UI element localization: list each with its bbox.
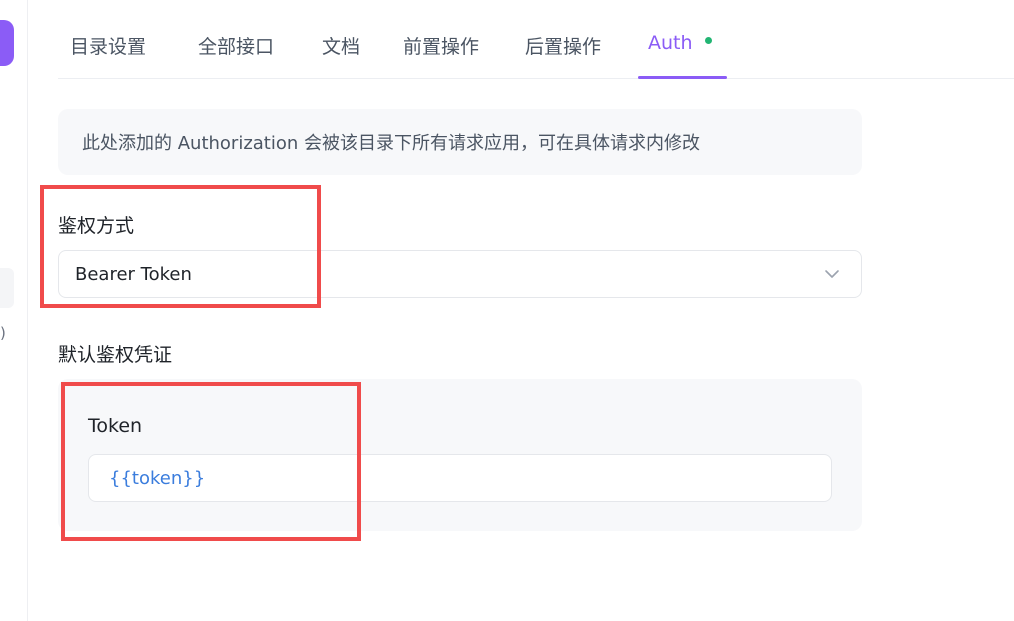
token-input-value: {{token}} [109,467,206,489]
auth-method-value: Bearer Token [75,263,192,285]
chevron-down-icon [825,270,839,278]
active-tab-underline [638,76,727,79]
auth-method-select[interactable]: Bearer Token [58,250,862,298]
sidebar-active-indicator[interactable] [0,20,14,66]
auth-method-label: 鉴权方式 [58,215,135,237]
tab-directory-settings[interactable]: 目录设置 [70,32,146,59]
page: ) 目录设置 全部接口 文档 前置操作 后置操作 Auth 此处添加的 Auth… [0,0,1014,621]
info-banner-text: 此处添加的 Authorization 会被该目录下所有请求应用，可在具体请求内… [82,133,701,154]
credential-panel: Token {{token}} [58,379,862,531]
tab-auth[interactable]: Auth [648,32,712,54]
info-banner: 此处添加的 Authorization 会被该目录下所有请求应用，可在具体请求内… [58,109,862,175]
tab-docs[interactable]: 文档 [322,32,360,59]
token-label: Token [88,415,143,437]
default-credential-label: 默认鉴权凭证 [58,344,173,366]
tab-bar: 目录设置 全部接口 文档 前置操作 后置操作 Auth [58,0,1014,79]
sidebar-partial-text: ) [0,324,6,342]
tab-post-operations[interactable]: 后置操作 [525,32,601,59]
tab-all-interfaces[interactable]: 全部接口 [198,32,274,59]
status-dot-icon [704,37,712,44]
tab-auth-label: Auth [648,32,693,54]
sidebar-item[interactable] [0,268,14,308]
tab-pre-operations[interactable]: 前置操作 [403,32,479,59]
sidebar-strip: ) [0,0,28,621]
token-input[interactable]: {{token}} [88,454,832,502]
